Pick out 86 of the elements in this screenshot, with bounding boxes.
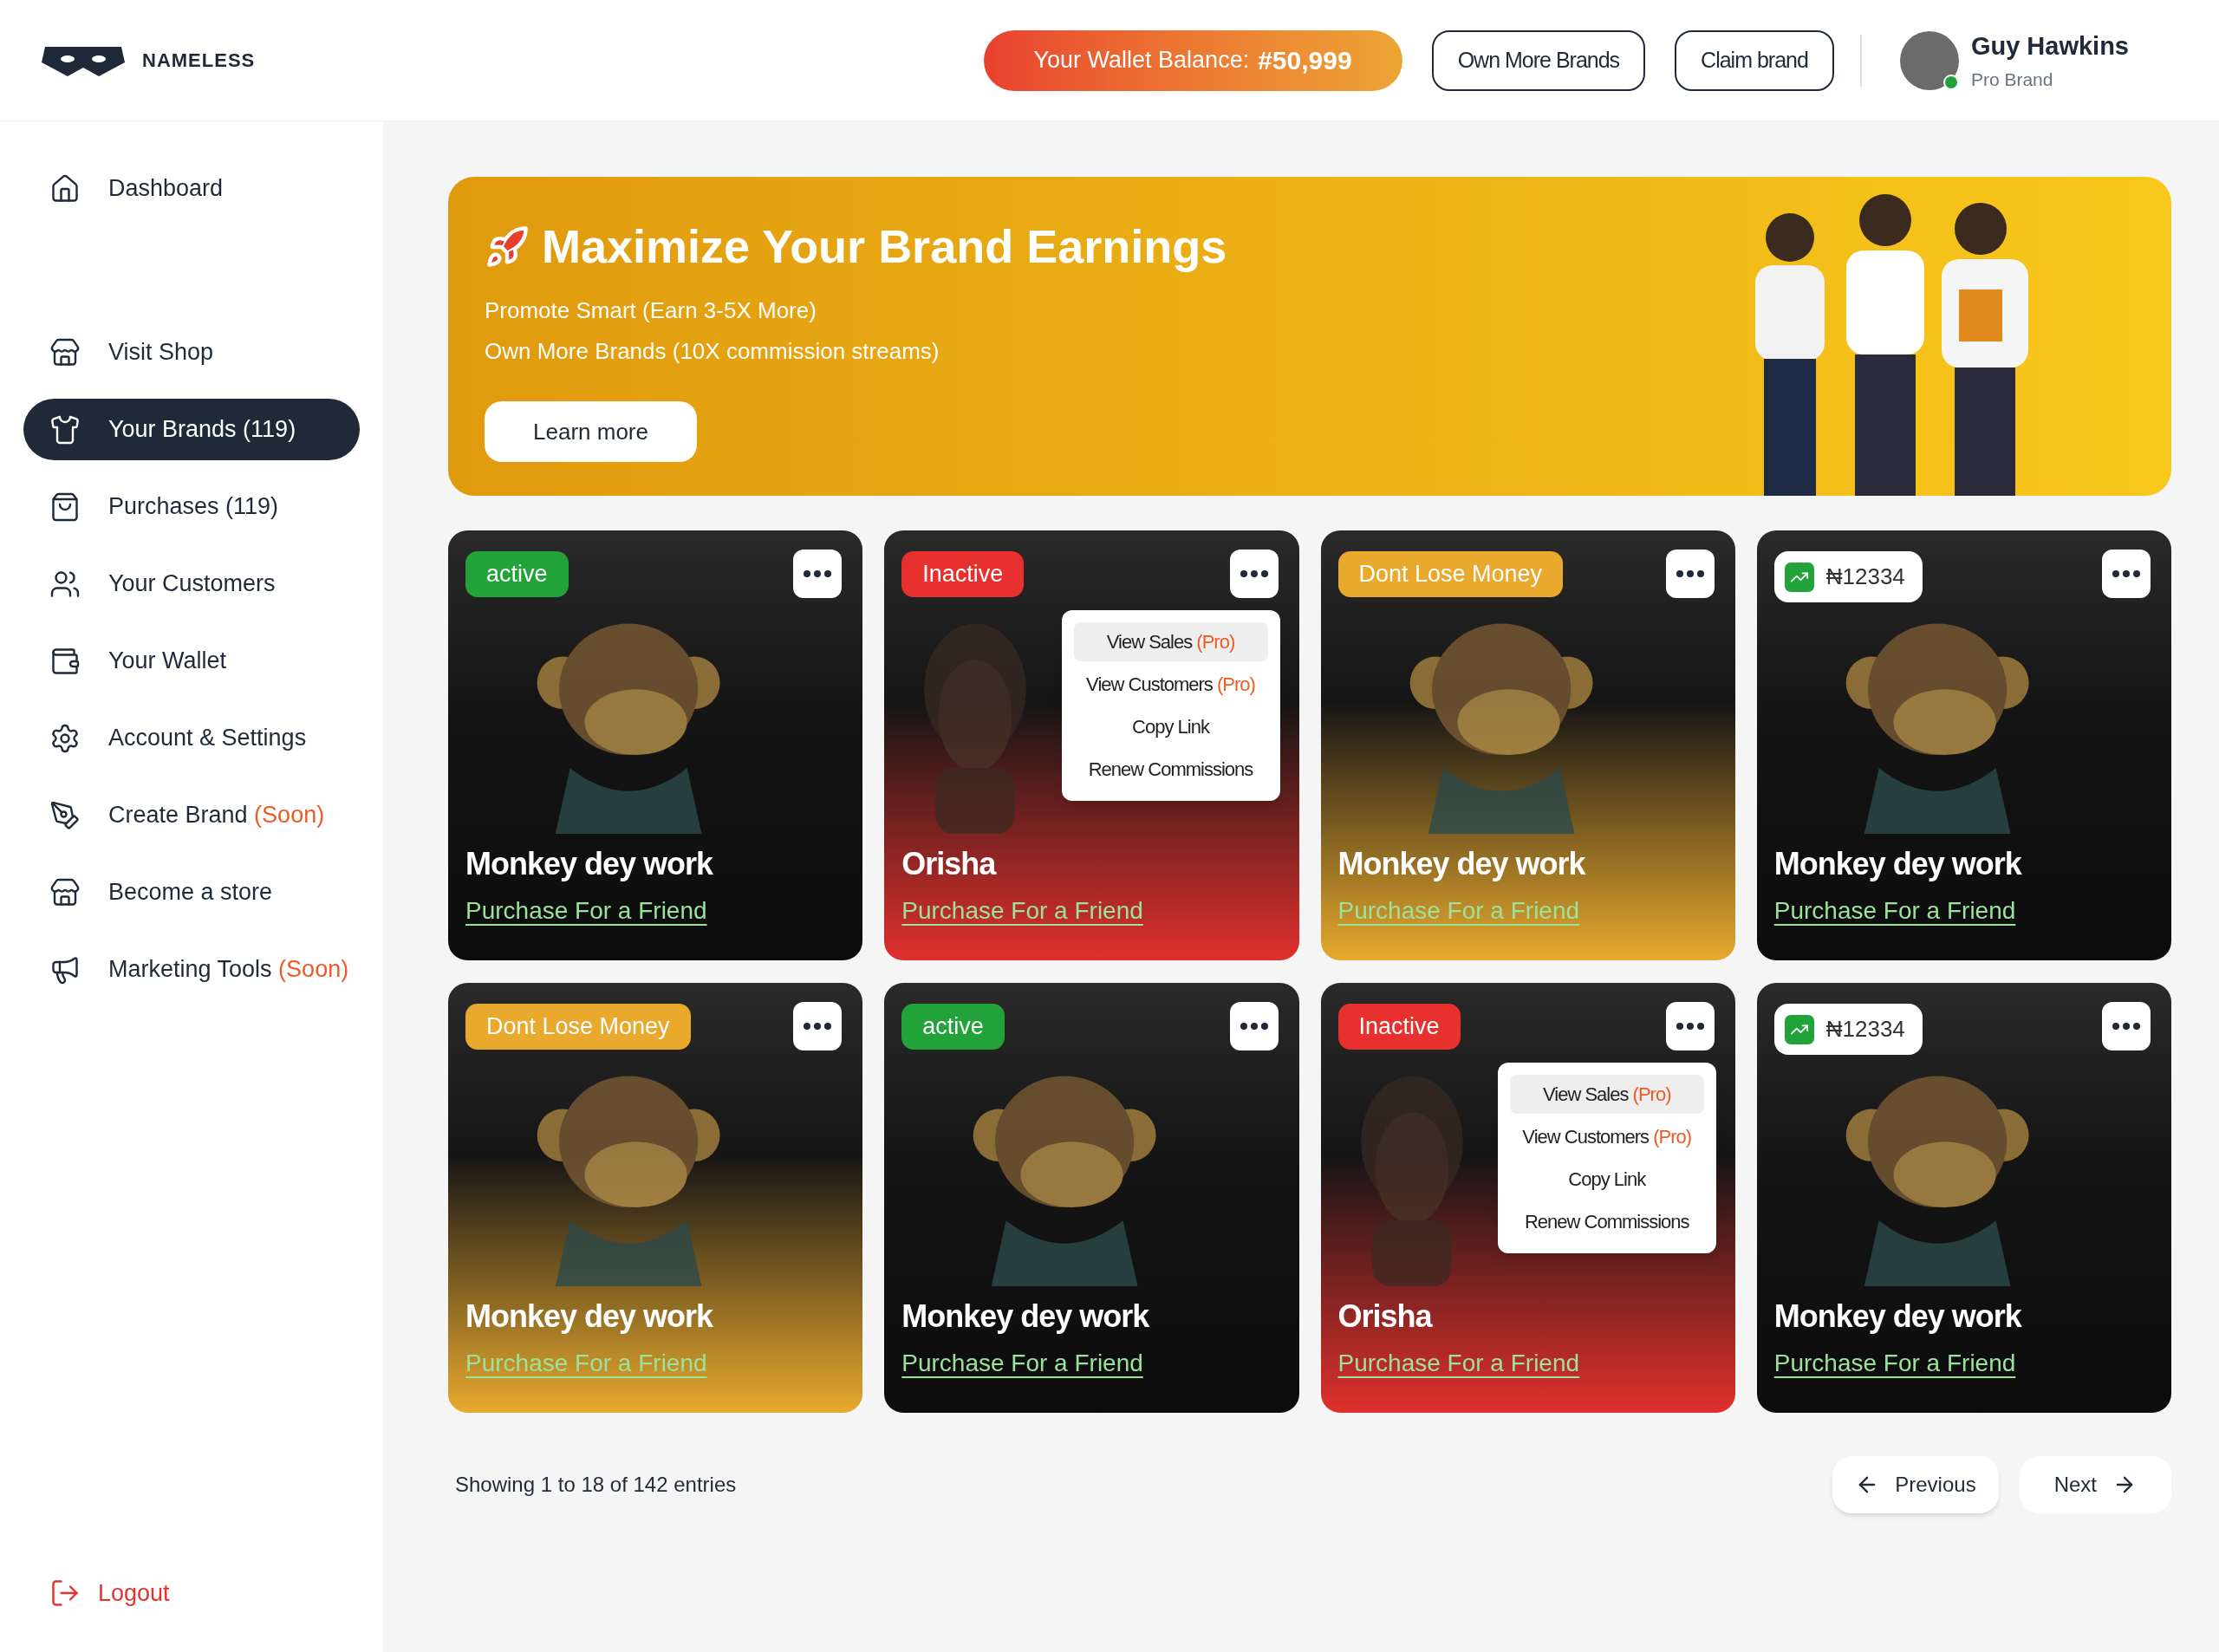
sidebar-item[interactable]: Purchases (119) — [23, 476, 360, 537]
banner-text: Promote Smart (Earn 3-5X More) — [485, 296, 817, 325]
brand-title: Monkey dey work — [1773, 845, 2021, 883]
brand-card[interactable]: Dont Lose Money Monkey dey work Purchase For a Friend — [448, 983, 863, 1413]
brand-card[interactable]: active Monkey dey work Purchase For a Friend — [448, 530, 863, 960]
brand-title: Orisha — [1337, 1298, 1434, 1336]
banner-text: Own More Brands (10X commission streams) — [485, 337, 940, 366]
purchase-link[interactable]: Purchase For a Friend — [901, 1345, 1149, 1382]
menu-item[interactable]: Copy Link — [1509, 1160, 1704, 1199]
status-badge: Inactive — [1337, 1004, 1461, 1050]
sidebar-item[interactable]: Your Brands (119) — [23, 399, 360, 460]
header-button[interactable]: Claim brand — [1675, 29, 1834, 91]
status-badge: Dont Lose Money — [1337, 551, 1564, 597]
more-options-button[interactable] — [1665, 1002, 1715, 1050]
wallet-balance-pill: Your Wallet Balance: #50,999 — [983, 29, 1402, 91]
purchase-link[interactable]: Purchase For a Friend — [1337, 1345, 1580, 1382]
menu-item[interactable]: Copy Link — [1073, 707, 1268, 746]
purchase-link[interactable]: Purchase For a Friend — [901, 893, 1143, 929]
header-button[interactable]: Own More Brands — [1431, 29, 1646, 91]
brand-card[interactable]: ₦12334 Monkey dey work Purchase For a Friend — [1756, 983, 2171, 1413]
sidebar-item[interactable]: Marketing Tools (Soon) — [23, 939, 360, 1000]
more-dots-icon — [2112, 1023, 2140, 1030]
brand-title: Monkey dey work — [1337, 845, 1585, 883]
entries-summary: Showing 1 to 18 of 142 entries — [454, 1472, 737, 1498]
sidebar-item[interactable]: Your Wallet — [23, 630, 360, 692]
more-dots-icon — [804, 1023, 832, 1030]
more-dots-icon — [1240, 570, 1268, 577]
menu-item[interactable]: View Customers (Pro) — [1509, 1117, 1704, 1156]
store-icon — [49, 336, 81, 368]
user-role: Pro Brand — [1970, 68, 2054, 91]
banner-title: Maximize Your Brand Earnings — [542, 219, 1227, 274]
brand-logo-text: NAMELESS — [142, 49, 256, 73]
pen-icon — [49, 799, 81, 831]
earnings-amount: ₦12334 — [1825, 563, 1906, 591]
user-name: Guy Hawkins — [1970, 31, 2129, 62]
rocket-icon — [485, 224, 530, 270]
brand-title: Monkey dey work — [465, 1298, 713, 1336]
status-badge: Inactive — [901, 551, 1025, 597]
purchase-link[interactable]: Purchase For a Friend — [1773, 893, 2021, 929]
sidebar-item[interactable]: Visit Shop — [23, 322, 360, 383]
sidebar-item[interactable]: Become a store — [23, 862, 360, 923]
menu-item[interactable]: View Sales (Pro) — [1073, 622, 1268, 661]
brand-card[interactable]: Inactive View Sales (Pro) View Customers (Pro) Copy Link Renew Commissions Orisha Purchase For a Friend — [884, 530, 1299, 960]
more-dots-icon — [1240, 1023, 1268, 1030]
previous-button[interactable]: Previous — [1832, 1456, 1999, 1513]
status-badge: Dont Lose Money — [465, 1004, 691, 1050]
shirt-icon — [49, 413, 81, 446]
shopping-bag-icon — [49, 491, 81, 523]
more-dots-icon — [2112, 570, 2140, 577]
more-dots-icon — [1676, 570, 1704, 577]
earnings-amount: ₦12334 — [1825, 1015, 1906, 1044]
more-dots-icon — [804, 570, 832, 577]
brand-title: Monkey dey work — [901, 1298, 1149, 1336]
logout-button[interactable]: Logout — [23, 1575, 360, 1610]
brand-card[interactable]: Dont Lose Money Monkey dey work Purchase For a Friend — [1320, 530, 1735, 960]
settings-icon — [49, 722, 81, 754]
brand-card[interactable]: Inactive View Sales (Pro) View Customers (Pro) Copy Link Renew Commissions Orisha Purchase For a Friend — [1320, 983, 1735, 1413]
more-options-button[interactable] — [1229, 550, 1279, 598]
brand-card[interactable]: ₦12334 Monkey dey work Purchase For a Friend — [1756, 530, 2171, 960]
status-badge: active — [901, 1004, 1005, 1050]
more-options-button[interactable] — [1229, 1002, 1279, 1050]
sidebar-item[interactable]: Account & Settings — [23, 707, 360, 769]
menu-item[interactable]: Renew Commissions — [1073, 750, 1268, 789]
more-options-button[interactable] — [2102, 550, 2151, 598]
sidebar-item[interactable]: Dashboard — [23, 158, 360, 219]
brand-title: Monkey dey work — [465, 845, 713, 883]
menu-item[interactable]: View Sales (Pro) — [1509, 1075, 1704, 1114]
status-badge: active — [465, 551, 569, 597]
brand-title: Orisha — [901, 845, 998, 883]
learn-more-button[interactable]: Learn more — [485, 401, 697, 462]
more-dots-icon — [1676, 1023, 1704, 1030]
store-icon — [49, 876, 81, 908]
brand-title: Monkey dey work — [1773, 1298, 2021, 1336]
home-icon — [49, 172, 81, 205]
more-options-button[interactable] — [793, 550, 843, 598]
menu-item[interactable]: Renew Commissions — [1509, 1202, 1704, 1241]
more-options-button[interactable] — [1665, 550, 1715, 598]
sidebar-item[interactable]: Your Customers — [23, 553, 360, 615]
brand-card[interactable]: active Monkey dey work Purchase For a Friend — [884, 983, 1299, 1413]
more-options-button[interactable] — [2102, 1002, 2151, 1050]
purchase-link[interactable]: Purchase For a Friend — [465, 893, 713, 929]
purchase-link[interactable]: Purchase For a Friend — [1773, 1345, 2021, 1382]
menu-item[interactable]: View Customers (Pro) — [1073, 665, 1268, 704]
sidebar-item[interactable]: Create Brand (Soon) — [23, 784, 360, 846]
more-options-button[interactable] — [793, 1002, 843, 1050]
next-button[interactable]: Next — [2019, 1456, 2171, 1513]
